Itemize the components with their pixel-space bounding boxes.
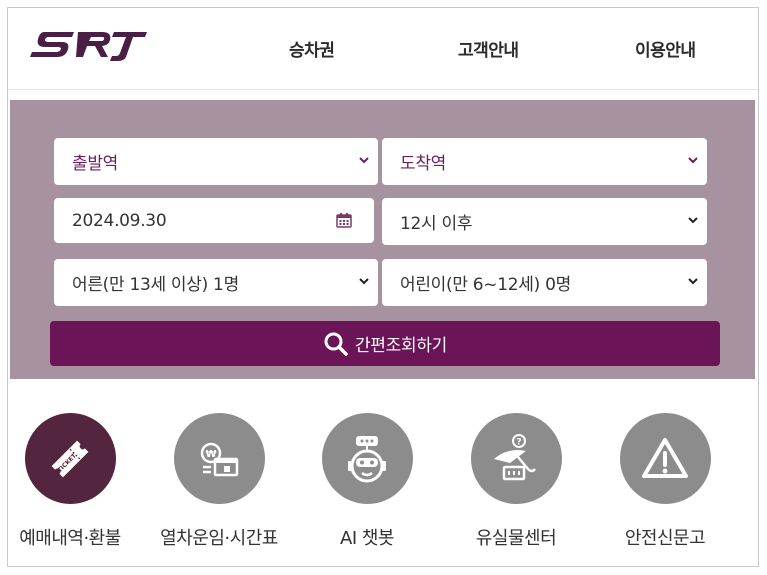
shortcut-label: 안전신문고 xyxy=(624,528,706,549)
ticket-icon: TICKET xyxy=(24,413,116,504)
child-passenger-select[interactable]: 어린이(만 6~12세) 0명 xyxy=(382,259,707,306)
shortcut-fare-timetable[interactable]: ₩ 열차운임·시간표 xyxy=(144,413,294,550)
srt-logo[interactable] xyxy=(30,26,148,64)
nav-usage-guide[interactable]: 이용안내 xyxy=(635,36,696,61)
chevron-down-icon xyxy=(688,157,698,164)
chevron-down-icon xyxy=(359,157,369,164)
header: 승차권 고객안내 이용안내 xyxy=(8,8,758,90)
app-frame: 승차권 고객안내 이용안내 출발역 도착역 2024.09.30 12시 이후 xyxy=(7,7,759,567)
departure-value: 출발역 xyxy=(72,154,119,174)
time-value: 12시 이후 xyxy=(400,214,473,234)
chevron-down-icon xyxy=(688,278,698,285)
quick-search-label: 간편조회하기 xyxy=(354,336,448,356)
svg-text:?: ? xyxy=(516,437,521,447)
shortcut-label: 열차운임·시간표 xyxy=(160,528,278,549)
chevron-down-icon xyxy=(688,217,698,224)
fare-timetable-icon: ₩ xyxy=(173,413,265,504)
departure-select[interactable]: 출발역 xyxy=(54,138,378,185)
chevron-down-icon xyxy=(359,278,369,285)
nav-tickets[interactable]: 승차권 xyxy=(289,36,335,61)
chatbot-icon xyxy=(321,413,413,504)
search-icon xyxy=(324,332,348,356)
shortcut-safety-report[interactable]: 안전신문고 xyxy=(590,413,740,550)
lost-and-found-icon: ? xyxy=(470,413,562,504)
quick-search-panel: 출발역 도착역 2024.09.30 12시 이후 어른(만 13세 이상) 1… xyxy=(10,100,755,379)
shortcut-ai-chatbot[interactable]: AI 챗봇 xyxy=(292,413,442,550)
child-passenger-value: 어린이(만 6~12세) 0명 xyxy=(400,275,571,295)
adult-passenger-select[interactable]: 어른(만 13세 이상) 1명 xyxy=(54,259,378,306)
nav-customer-guide[interactable]: 고객안내 xyxy=(458,36,519,61)
shortcut-lost-and-found[interactable]: ? 유실물센터 xyxy=(441,413,591,550)
shortcut-reservations-refund[interactable]: TICKET 예매내역·환불 xyxy=(8,413,145,550)
arrival-select[interactable]: 도착역 xyxy=(382,138,707,185)
arrival-value: 도착역 xyxy=(400,154,447,174)
time-select[interactable]: 12시 이후 xyxy=(382,198,707,245)
calendar-icon[interactable] xyxy=(336,212,352,228)
adult-passenger-value: 어른(만 13세 이상) 1명 xyxy=(72,275,239,295)
shortcut-label: 예매내역·환불 xyxy=(19,528,121,549)
date-value: 2024.09.30 xyxy=(72,210,167,231)
quick-search-button[interactable]: 간편조회하기 xyxy=(50,321,720,366)
warning-icon xyxy=(619,413,711,504)
date-input[interactable]: 2024.09.30 xyxy=(54,198,374,243)
shortcut-label: 유실물센터 xyxy=(475,528,557,549)
shortcut-label: AI 챗봇 xyxy=(340,528,394,549)
